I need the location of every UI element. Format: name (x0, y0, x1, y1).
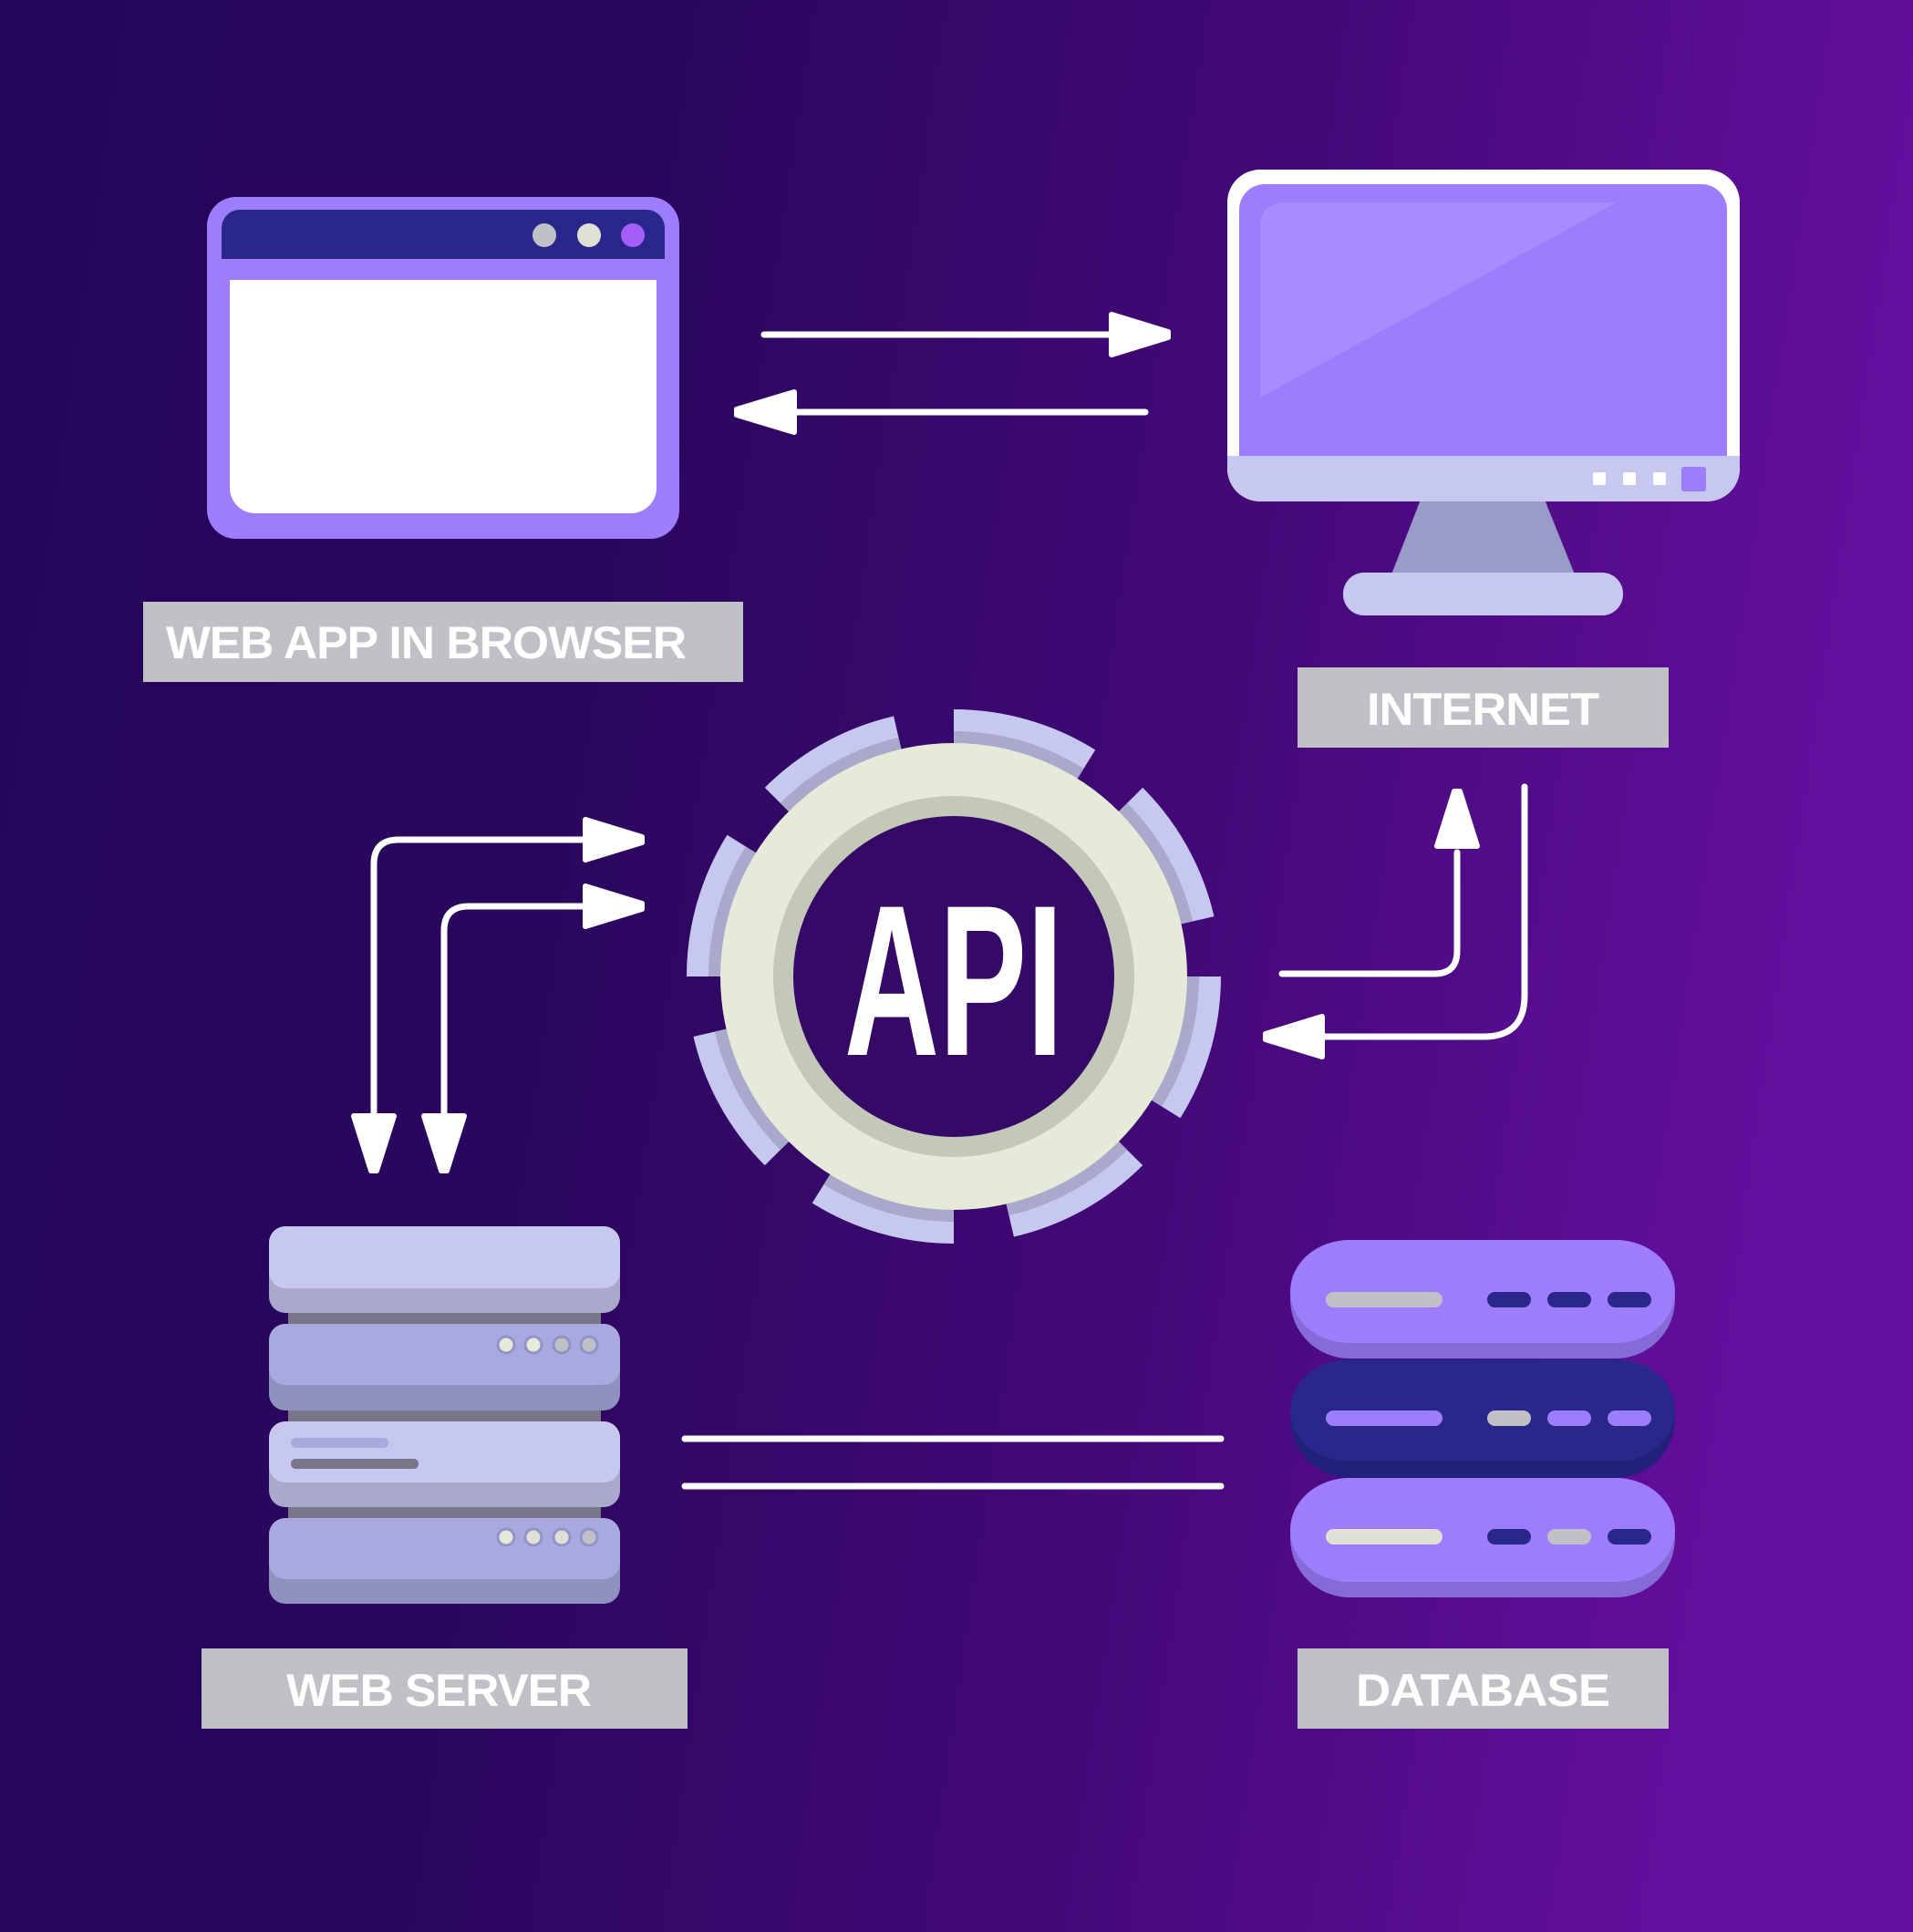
server-unit-1 (269, 1226, 620, 1313)
browser-dot-2 (577, 223, 601, 247)
monitor-power-button (1681, 467, 1706, 491)
browser-window-icon (207, 197, 679, 539)
monitor-base (1343, 573, 1623, 615)
web-server-label: WEB SERVER (202, 1648, 688, 1729)
browser-dot-1 (533, 223, 556, 247)
database-label: DATABASE (1298, 1648, 1669, 1729)
browser-dot-3 (621, 223, 645, 247)
database-disk-2 (1290, 1359, 1675, 1478)
web-server-label-text: WEB SERVER (286, 1665, 592, 1716)
browser-label-text: WEB APP IN BROWSER (166, 617, 687, 668)
browser-label: WEB APP IN BROWSER (143, 602, 743, 682)
monitor-stand (1391, 500, 1575, 574)
api-label-text: API (844, 861, 1063, 1101)
database-disk-3 (1290, 1478, 1675, 1597)
monitor-led-3 (1653, 472, 1666, 485)
database-stack-icon (1290, 1240, 1675, 1597)
internet-label: INTERNET (1298, 667, 1669, 748)
server-unit-3 (269, 1421, 620, 1507)
database-disk-1 (1290, 1240, 1675, 1359)
monitor-led-2 (1623, 472, 1636, 485)
server-rack-icon (269, 1226, 620, 1604)
api-diagram-canvas: WEB APP IN BROWSER INTERNET API WEB SERV… (0, 0, 1913, 1932)
database-label-text: DATABASE (1356, 1665, 1609, 1716)
browser-content-area (230, 280, 657, 513)
internet-label-text: INTERNET (1367, 684, 1598, 735)
server-unit-2 (269, 1324, 620, 1410)
monitor-led-1 (1593, 472, 1606, 485)
server-unit-4 (269, 1518, 620, 1604)
